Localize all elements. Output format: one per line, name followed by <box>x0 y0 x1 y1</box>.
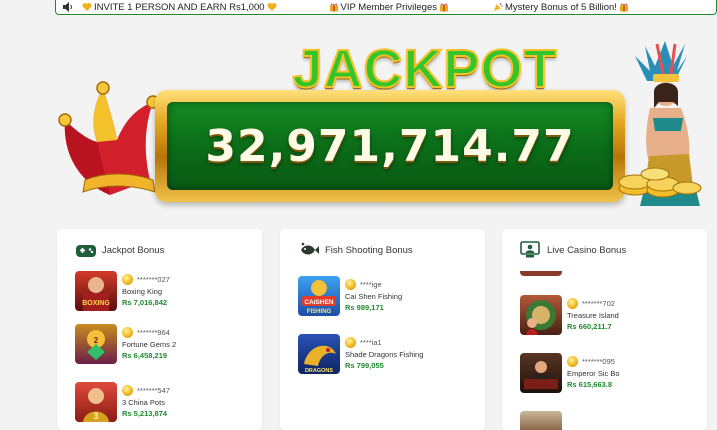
winner-username: *******027 <box>137 274 170 284</box>
jackpot-banner: JACKPOT 32,971,714.77 <box>55 30 717 220</box>
3-china-pots-thumbnail[interactable]: 3 <box>75 382 117 422</box>
game-name: Cai Shen Fishing <box>345 292 403 301</box>
fish-shooting-bonus-header: Fish Shooting Bonus <box>280 229 485 271</box>
marquee-vip-text: VIP Member Privileges <box>340 1 437 13</box>
live-casino-bonus-card: Live Casino Bonus *******702 Treasure Is… <box>502 229 707 430</box>
svg-text:3: 3 <box>93 411 98 421</box>
win-amount: Rs 799,055 <box>345 361 384 370</box>
list-item[interactable]: 3 *******547 3 China Pots Rs 5,213,874 <box>75 382 170 424</box>
win-amount: Rs 615,663.8 <box>567 380 613 389</box>
jackpot-amount: 32,971,714.77 <box>205 120 575 172</box>
list-item[interactable]: BOXING *******027 Boxing King Rs 7,016,8… <box>75 271 170 313</box>
speaker-icon <box>63 2 72 12</box>
win-amount: Rs 6,458,219 <box>122 351 168 360</box>
game-name: Emperor Sic Bo <box>567 369 620 378</box>
next-item-stub <box>520 411 562 430</box>
previous-item-stub <box>520 271 562 276</box>
winner-username: *******964 <box>137 327 170 337</box>
winner-username: ****ia1 <box>360 337 382 347</box>
fish-shooting-bonus-title: Fish Shooting Bonus <box>325 244 413 256</box>
heart-gift-icon <box>82 3 92 11</box>
list-item[interactable]: *******702 Treasure Island Rs 660,211.7 <box>520 295 619 337</box>
medal-icon <box>345 336 356 348</box>
gift-box-icon <box>619 3 628 12</box>
list-item[interactable]: 2 *******964 Fortune Gems 2 Rs 6,458,219 <box>75 324 176 366</box>
live-dealer-icon <box>520 241 540 258</box>
svg-text:CAISHEN: CAISHEN <box>304 299 334 306</box>
svg-text:DRAGONS: DRAGONS <box>305 368 333 374</box>
medal-icon <box>122 384 133 396</box>
fish-shooting-bonus-card: Fish Shooting Bonus CAISHEN FISHING ****i… <box>280 229 485 430</box>
medal-icon <box>345 278 356 290</box>
game-name: 3 China Pots <box>122 398 165 407</box>
jackpot-frame: 32,971,714.77 <box>155 90 625 202</box>
marquee-invite-text: INVITE 1 PERSON AND EARN Rs1,000 <box>94 1 265 13</box>
list-item[interactable]: *******095 Emperor Sic Bo Rs 615,663.8 <box>520 353 620 395</box>
live-casino-bonus-title: Live Casino Bonus <box>547 244 627 256</box>
gift-box-icon <box>439 3 448 12</box>
shade-dragons-fishing-thumbnail[interactable]: DRAGONS <box>298 334 340 374</box>
svg-text:BOXING: BOXING <box>82 300 110 307</box>
win-amount: Rs 989,171 <box>345 303 384 312</box>
win-amount: Rs 5,213,874 <box>122 409 168 418</box>
medal-icon <box>567 355 578 367</box>
game-name: Boxing King <box>122 287 163 296</box>
marquee-item-invite[interactable]: INVITE 1 PERSON AND EARN Rs1,000 <box>80 2 279 13</box>
jackpot-bonus-title: Jackpot Bonus <box>102 244 165 256</box>
svg-text:FISHING: FISHING <box>307 309 332 315</box>
fish-icon <box>301 242 319 255</box>
jester-hat-decoration <box>58 81 160 195</box>
cai-shen-fishing-thumbnail[interactable]: CAISHEN FISHING <box>298 276 340 316</box>
winner-username: *******095 <box>582 356 615 366</box>
gamepad-icon <box>76 245 96 257</box>
party-popper-icon <box>493 3 503 11</box>
marquee-item-mystery[interactable]: Mystery Bonus of 5 Billion! <box>491 2 631 13</box>
game-name: Treasure Island <box>567 311 619 320</box>
medal-icon <box>122 326 133 338</box>
boxing-king-thumbnail[interactable]: BOXING <box>75 271 117 311</box>
heart-gift-icon <box>267 3 277 11</box>
svg-text:2: 2 <box>94 336 99 345</box>
gift-box-icon <box>329 3 338 12</box>
live-casino-bonus-header: Live Casino Bonus <box>502 229 707 271</box>
marquee-item-vip[interactable]: VIP Member Privileges <box>327 2 451 13</box>
game-name: Fortune Gems 2 <box>122 340 177 349</box>
jackpot-bonus-header: Jackpot Bonus <box>57 229 262 271</box>
winner-username: ****ige <box>360 279 382 289</box>
medal-icon <box>567 297 578 309</box>
emperor-sic-bo-thumbnail[interactable] <box>520 353 562 393</box>
treasure-island-thumbnail[interactable] <box>520 295 562 335</box>
medal-icon <box>122 273 133 285</box>
list-item[interactable]: CAISHEN FISHING ****ige Cai Shen Fishing … <box>298 276 402 318</box>
marquee-mystery-text: Mystery Bonus of 5 Billion! <box>504 1 617 13</box>
jackpot-display: 32,971,714.77 <box>167 102 613 190</box>
winner-username: *******547 <box>137 385 170 395</box>
win-amount: Rs 7,016,842 <box>122 298 168 307</box>
win-amount: Rs 660,211.7 <box>567 322 612 331</box>
gold-coins-decoration <box>618 167 702 198</box>
game-name: Shade Dragons Fishing <box>345 350 424 359</box>
list-item[interactable]: DRAGONS ****ia1 Shade Dragons Fishing Rs… <box>298 334 423 376</box>
announcement-marquee[interactable]: INVITE 1 PERSON AND EARN Rs1,000 VIP Mem… <box>55 0 717 15</box>
jackpot-bonus-card: Jackpot Bonus BOXING *******027 Boxing K… <box>57 229 262 430</box>
fortune-gems-2-thumbnail[interactable]: 2 <box>75 324 117 364</box>
winner-username: *******702 <box>582 298 615 308</box>
